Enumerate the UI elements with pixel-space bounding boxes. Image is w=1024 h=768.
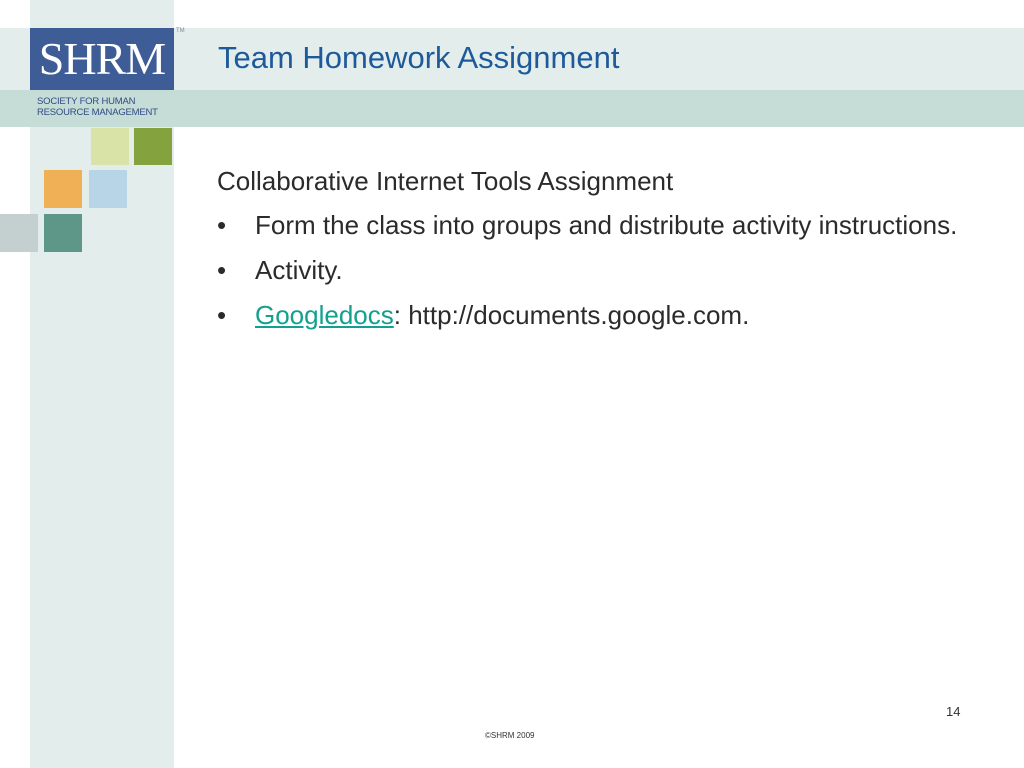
logo-subtitle-line1: SOCIETY FOR HUMAN [37, 96, 136, 107]
logo-mark: SHRM [30, 28, 174, 90]
bullet-text: Activity. [255, 255, 343, 285]
bullet-text: : http://documents.google.com. [393, 300, 750, 330]
decorative-square-2 [134, 128, 172, 165]
slide-title: Team Homework Assignment [218, 40, 620, 75]
logo-mark-text: SHRM [38, 33, 166, 84]
decorative-square-5 [0, 214, 38, 252]
copyright-notice: ©SHRM 2009 [485, 731, 535, 740]
slide-body: Collaborative Internet Tools Assignment … [217, 162, 977, 341]
intro-heading: Collaborative Internet Tools Assignment [217, 166, 674, 196]
logo-subtitle-band: SOCIETY FOR HUMAN RESOURCE MANAGEMENT [30, 90, 174, 127]
slide: SHRM SOCIETY FOR HUMAN RESOURCE MANAGEME… [0, 0, 1024, 768]
bullet-list: • Form the class into groups and distrib… [217, 206, 977, 334]
bullet-item-3: • Googledocs: http://documents.google.co… [217, 296, 977, 334]
googledocs-link[interactable]: Googledocs [255, 300, 394, 330]
logo-subtitle-line2: RESOURCE MANAGEMENT [37, 107, 158, 118]
bullet-text: Form the class into groups and distribut… [255, 210, 958, 240]
bullet-symbol: • [217, 255, 227, 285]
bullet-symbol: • [217, 300, 227, 330]
shrm-logo: SHRM SOCIETY FOR HUMAN RESOURCE MANAGEME… [30, 28, 174, 127]
bullet-item-1: • Form the class into groups and distrib… [217, 206, 977, 244]
decorative-square-1 [91, 128, 129, 165]
page-number: 14 [946, 704, 961, 719]
bullet-symbol: • [217, 210, 227, 240]
decorative-square-6 [44, 214, 82, 252]
bullet-item-2: • Activity. [217, 251, 977, 289]
trademark-symbol: TM [176, 28, 185, 34]
decorative-square-3 [44, 170, 82, 208]
logo-subtitle: SOCIETY FOR HUMAN RESOURCE MANAGEMENT [37, 96, 169, 118]
decorative-square-4 [89, 170, 127, 208]
